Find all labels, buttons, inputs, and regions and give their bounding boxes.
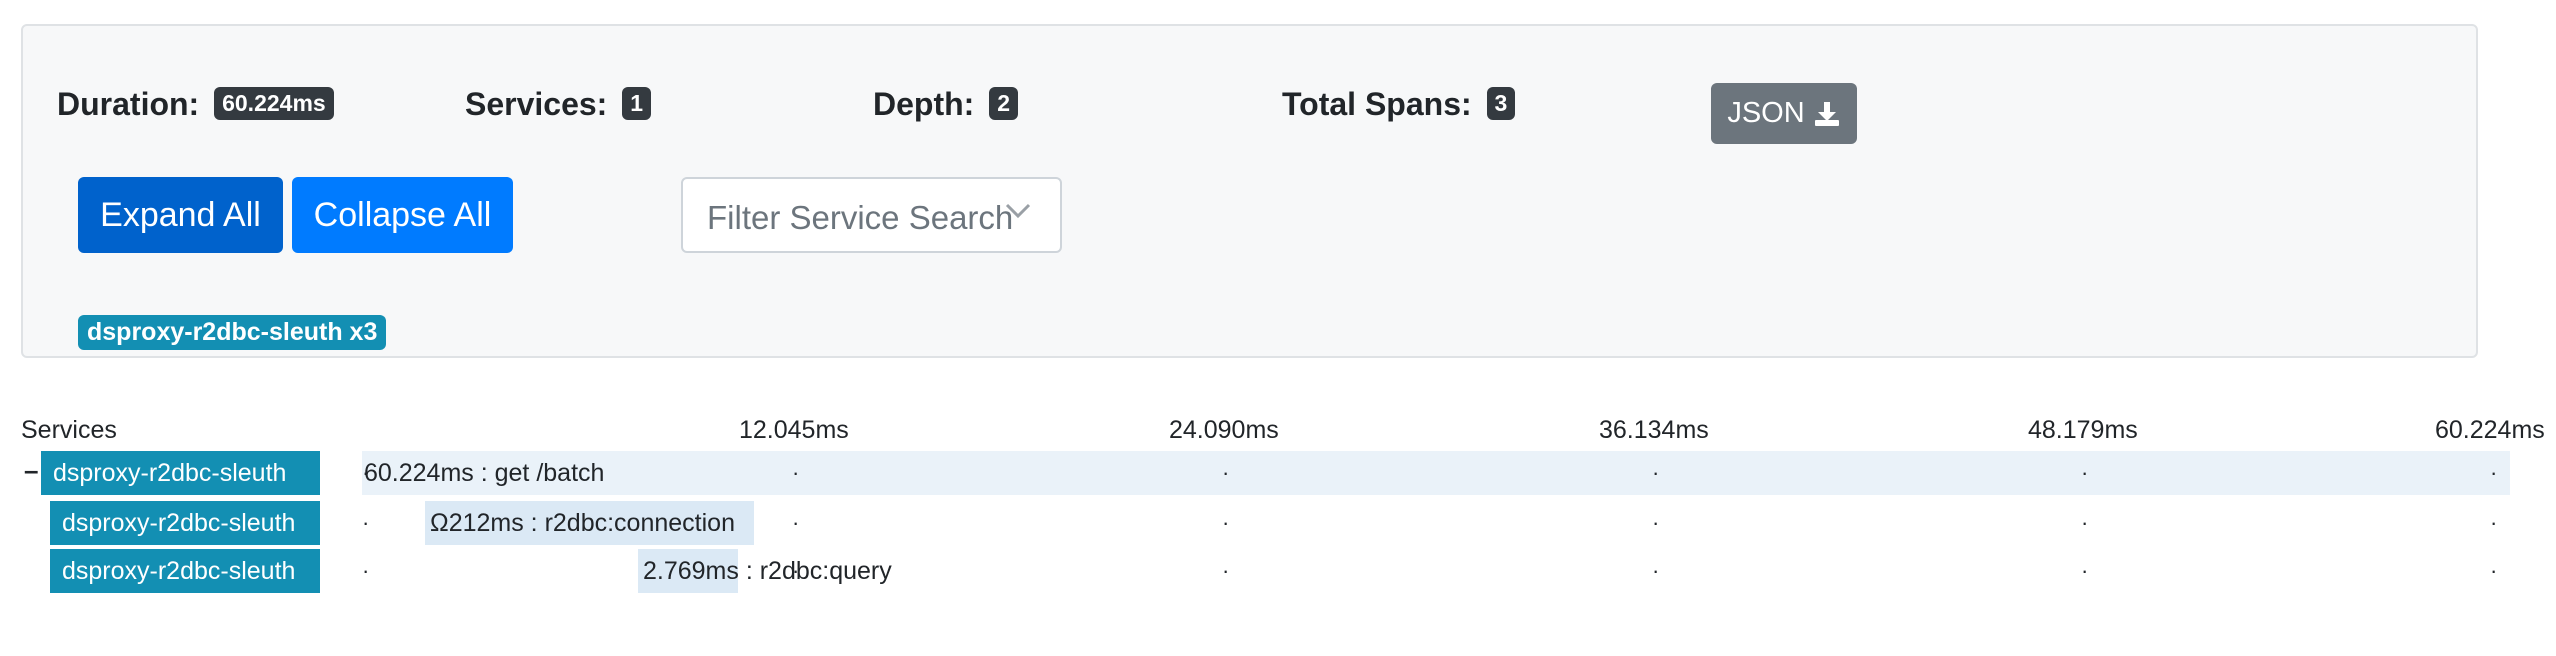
filter-service-select[interactable]: Filter Service Search <box>681 177 1062 253</box>
timeline-tick-1: 12.045ms <box>739 416 849 444</box>
grid-dot: · <box>792 460 800 485</box>
depth-badge: 2 <box>989 87 1018 120</box>
grid-dot: · <box>2081 460 2089 485</box>
grid-dot: · <box>792 558 800 583</box>
trace-summary-panel: Duration: 60.224ms Services: 1 Depth: 2 … <box>21 24 2478 358</box>
depth-stat: Depth: 2 <box>873 86 1018 123</box>
duration-badge: 60.224ms <box>214 87 334 120</box>
duration-label: Duration: <box>57 86 200 122</box>
grid-dot: · <box>362 510 370 535</box>
grid-dot: · <box>362 558 370 583</box>
chevron-down-icon <box>1001 193 1035 236</box>
span-row-3-service[interactable]: dsproxy-r2dbc-sleuth <box>50 549 320 593</box>
grid-dot: · <box>2490 460 2498 485</box>
timeline-tick-2: 24.090ms <box>1169 416 1279 444</box>
grid-dot: · <box>1222 558 1230 583</box>
expand-all-button[interactable]: Expand All <box>78 177 283 253</box>
grid-dot: · <box>362 460 370 485</box>
services-column-header: Services <box>21 416 117 444</box>
timeline-tick-4: 48.179ms <box>2028 416 2138 444</box>
grid-dot: · <box>2081 558 2089 583</box>
span-row-1-background <box>362 451 2510 495</box>
span-row-2-label[interactable]: Ω212ms : r2dbc:connection <box>430 501 735 545</box>
total-spans-label: Total Spans: <box>1282 86 1472 122</box>
grid-dot: · <box>1652 460 1660 485</box>
grid-dot: · <box>1222 460 1230 485</box>
grid-dot: · <box>1652 558 1660 583</box>
span-row-3-label[interactable]: 2.769ms : r2dbc:query <box>643 549 892 593</box>
download-icon <box>1813 100 1841 128</box>
service-tag[interactable]: dsproxy-r2dbc-sleuth x3 <box>78 315 387 350</box>
services-badge: 1 <box>622 87 652 120</box>
json-button-label: JSON <box>1727 97 1805 129</box>
duration-stat: Duration: 60.224ms <box>57 86 334 123</box>
total-spans-stat: Total Spans: 3 <box>1282 86 1516 123</box>
grid-dot: · <box>2081 510 2089 535</box>
timeline-tick-3: 36.134ms <box>1599 416 1709 444</box>
span-row-2-service[interactable]: dsproxy-r2dbc-sleuth <box>50 501 320 545</box>
total-spans-badge: 3 <box>1486 87 1516 120</box>
grid-dot: · <box>1222 510 1230 535</box>
grid-dot: · <box>1652 510 1660 535</box>
grid-dot: · <box>2490 558 2498 583</box>
filter-placeholder: Filter Service Search <box>707 199 1012 236</box>
services-stat: Services: 1 <box>465 86 652 123</box>
grid-dot: · <box>2490 510 2498 535</box>
grid-dot: · <box>792 510 800 535</box>
span-row-1-service[interactable]: dsproxy-r2dbc-sleuth <box>41 451 320 495</box>
json-download-button[interactable]: JSON <box>1711 83 1857 144</box>
collapse-toggle[interactable]: – <box>24 455 38 486</box>
services-label: Services: <box>465 86 608 122</box>
collapse-all-button[interactable]: Collapse All <box>292 177 513 253</box>
span-row-1-label[interactable]: 60.224ms : get /batch <box>364 451 604 495</box>
depth-label: Depth: <box>873 86 975 122</box>
timeline-tick-5: 60.224ms <box>2435 416 2545 444</box>
